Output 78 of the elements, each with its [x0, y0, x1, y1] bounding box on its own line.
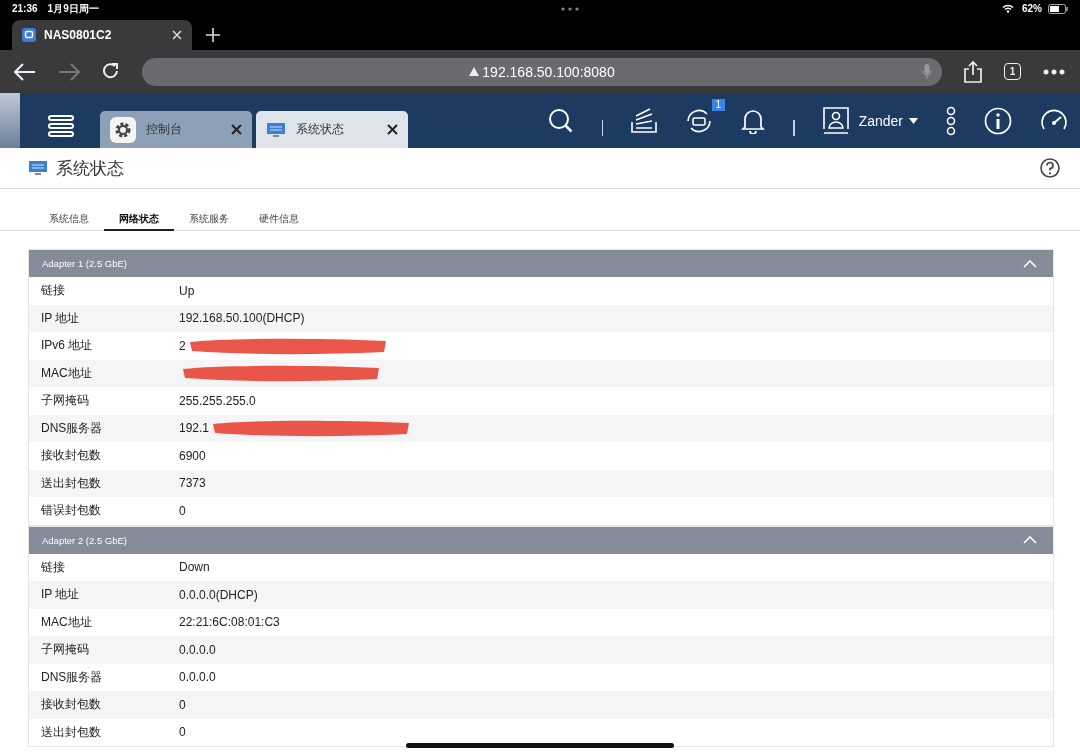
- chevron-icon[interactable]: [1023, 259, 1037, 268]
- more-icon[interactable]: [1043, 68, 1065, 75]
- battery-icon: [1048, 3, 1068, 14]
- warning-icon: [469, 67, 480, 76]
- close-icon[interactable]: [231, 124, 242, 135]
- app-tab[interactable]: 控制台: [100, 111, 252, 148]
- monitor-icon: [28, 159, 48, 177]
- row-value: 0: [179, 697, 186, 712]
- row-value: 192.168.50.100(DHCP): [179, 311, 305, 326]
- row-value: 0.0.0.0(DHCP): [179, 587, 258, 602]
- multitask-dots-icon[interactable]: [561, 6, 580, 11]
- notification-badge: 1: [711, 98, 726, 111]
- row-label: 接收封包数: [41, 447, 102, 465]
- row-label: 错误封包数: [41, 502, 102, 520]
- tab-count-button[interactable]: 1: [1004, 63, 1021, 80]
- url-text: 192.168.50.100:8080: [469, 63, 615, 80]
- nas-app-icon: [22, 28, 36, 42]
- row-label: 接收封包数: [41, 696, 102, 714]
- row-label: 链接: [41, 558, 66, 576]
- browser-tab-title: NAS0801C2: [44, 28, 113, 42]
- row-label: 送出封包数: [41, 474, 102, 492]
- row-label: 子网掩码: [41, 641, 90, 659]
- info-icon[interactable]: [984, 106, 1012, 135]
- help-icon[interactable]: [1040, 158, 1060, 178]
- app-tab[interactable]: 系统状态: [256, 111, 408, 148]
- row-value: 2: [179, 338, 186, 353]
- status-date: 1月9日周一: [47, 1, 99, 16]
- new-tab-icon[interactable]: [206, 28, 220, 42]
- row-value: 0: [179, 725, 186, 740]
- row-value: 7373: [179, 476, 206, 491]
- row-label: DNS服务器: [41, 419, 104, 437]
- status-time: 21:36: [12, 3, 38, 14]
- caret-icon: [909, 117, 918, 124]
- row-value: 22:21:6C:08:01:C3: [179, 615, 280, 630]
- sub-tab[interactable]: 硬件信息: [244, 209, 314, 231]
- search-icon[interactable]: [547, 107, 574, 134]
- more-options-icon[interactable]: [946, 105, 956, 136]
- browser-tab[interactable]: NAS0801C2: [12, 20, 192, 50]
- row-label: IP 地址: [41, 309, 81, 327]
- gear-icon: [110, 116, 136, 143]
- row-label: DNS服务器: [41, 668, 104, 686]
- back-icon[interactable]: [14, 62, 36, 81]
- sub-tab[interactable]: 网络状态: [104, 209, 174, 231]
- row-label: 送出封包数: [41, 723, 102, 741]
- close-icon[interactable]: [387, 124, 398, 135]
- user-menu[interactable]: Zander: [858, 112, 918, 129]
- sub-tab[interactable]: 系统信息: [34, 209, 104, 231]
- share-icon[interactable]: [964, 60, 982, 83]
- chevron-icon[interactable]: [1023, 536, 1037, 544]
- page-title: 系统状态: [56, 157, 124, 180]
- menu-icon[interactable]: [48, 114, 74, 138]
- row-value: 192.1: [179, 421, 210, 436]
- row-label: IPv6 地址: [41, 337, 94, 355]
- sub-tab[interactable]: 系统服务: [174, 209, 244, 231]
- wifi-icon: [1002, 4, 1014, 13]
- row-value: Down: [179, 560, 210, 575]
- row-value: 0.0.0.0: [179, 642, 216, 657]
- sidebar-edge: [0, 93, 20, 148]
- row-label: MAC地址: [41, 613, 93, 631]
- address-bar[interactable]: 192.168.50.100:8080: [142, 57, 942, 86]
- adapter-title: Adapter 2 (2.5 GbE): [42, 534, 128, 546]
- row-label: 链接: [41, 282, 66, 300]
- row-label: MAC地址: [41, 364, 93, 382]
- forward-icon[interactable]: [58, 62, 80, 81]
- row-value: 6900: [179, 448, 206, 463]
- adapter-title: Adapter 1 (2.5 GbE): [42, 258, 128, 269]
- row-value: 0: [179, 503, 186, 518]
- user-icon[interactable]: [822, 106, 849, 135]
- reload-icon[interactable]: [102, 62, 120, 81]
- monitor-icon: [266, 121, 286, 138]
- row-value: 0.0.0.0: [179, 670, 216, 685]
- row-value: Up: [179, 283, 195, 298]
- row-label: IP 地址: [41, 586, 81, 604]
- row-label: 子网掩码: [41, 392, 90, 410]
- bell-icon[interactable]: [741, 107, 766, 134]
- battery-percent: 62%: [1022, 3, 1042, 14]
- stack-icon[interactable]: [631, 107, 658, 134]
- row-value: 255.255.255.0: [179, 393, 256, 408]
